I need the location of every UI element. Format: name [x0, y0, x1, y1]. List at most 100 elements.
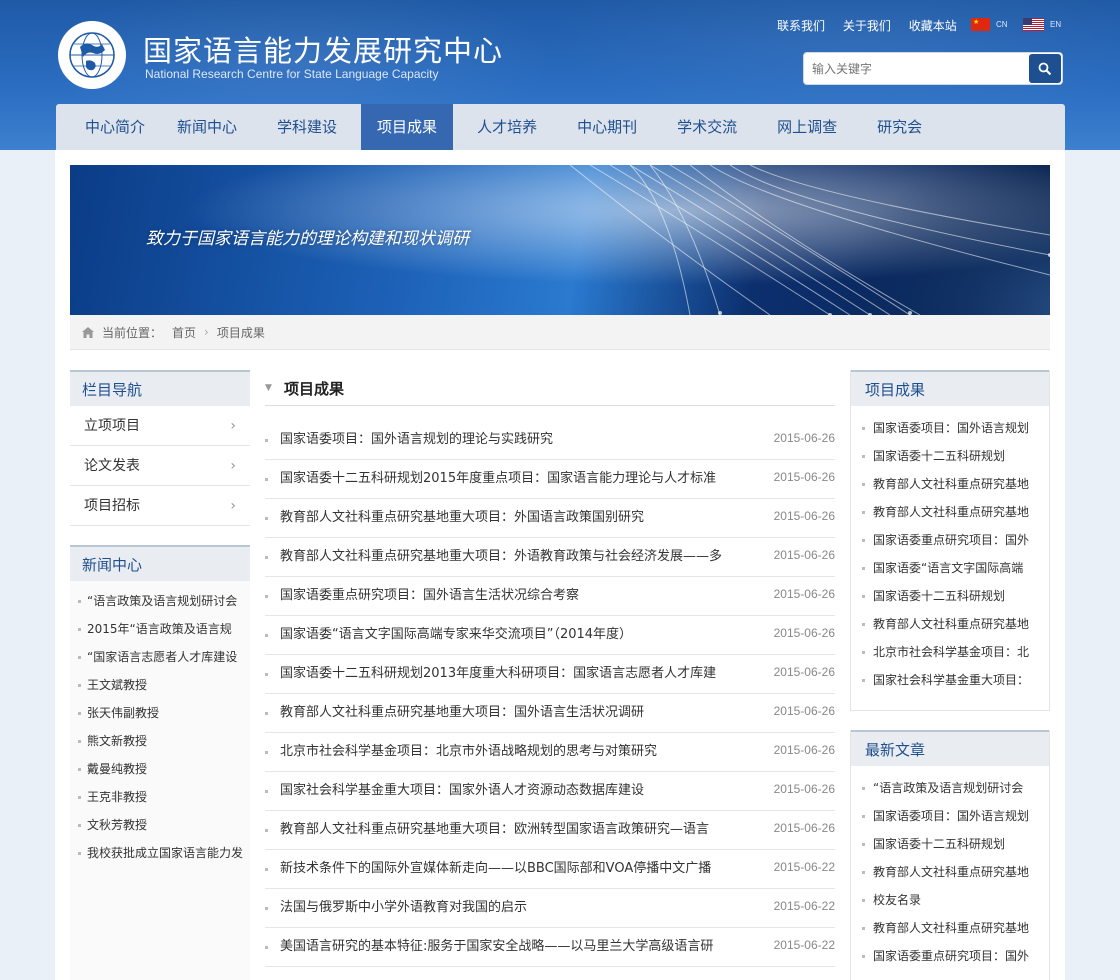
sidebar-item-papers[interactable]: 论文发表 › [70, 446, 250, 486]
search-button[interactable] [1029, 54, 1061, 83]
table-row[interactable]: 国家语委十二五科研规划2015年度重点项目：国家语言能力理论与人才标准 2015-… [265, 460, 835, 499]
article-title-link[interactable]: 国家语委重点研究项目：国外语言生活状况综合考察 [280, 577, 752, 615]
list-item[interactable]: 2015年“语言政策及语言规 [70, 615, 250, 643]
nav-item-projects[interactable]: 项目成果 [361, 104, 454, 150]
article-date: 2015-06-26 [773, 587, 835, 601]
nav-item-survey[interactable]: 网上调查 [761, 104, 853, 150]
article-date: 2015-06-26 [773, 626, 835, 640]
nav-item-journal[interactable]: 中心期刊 [561, 104, 653, 150]
list-item[interactable]: “国家语言志愿者人才库建设 [70, 643, 250, 671]
sidebar-item-approved-projects[interactable]: 立项项目 › [70, 406, 250, 446]
nav-item-talent[interactable]: 人才培养 [461, 104, 553, 150]
bookmark-link[interactable]: 收藏本站 [909, 19, 957, 33]
nav-item-news[interactable]: 新闻中心 [161, 104, 253, 150]
article-title-link[interactable]: 国家社会科学基金重大项目：国家外语人才资源动态数据库建设 [280, 772, 752, 810]
list-item[interactable]: 教育部人文社科重点研究基地 [851, 610, 1049, 638]
globe-logo-icon[interactable] [56, 19, 128, 91]
table-row[interactable]: 美国语言研究的基本特征:服务于国家安全战略——以马里兰大学高级语言研 2015-0… [265, 928, 835, 967]
nav-item-exchange[interactable]: 学术交流 [661, 104, 753, 150]
us-flag-icon [1023, 18, 1044, 31]
list-item[interactable]: 张天伟副教授 [70, 699, 250, 727]
lang-cn-link[interactable]: CN [971, 18, 1008, 31]
article-date: 2015-06-26 [773, 704, 835, 718]
sidebar-item-bidding[interactable]: 项目招标 › [70, 486, 250, 526]
table-row[interactable]: 国家语委“语言文字国际高端专家来华交流项目”（2014年度） 2015-06-26 [265, 616, 835, 655]
table-row[interactable]: 国家语委项目：国外语言规划的理论与实践研究 2015-06-26 [265, 421, 835, 460]
breadcrumb-home-link[interactable]: 首页 [172, 324, 196, 341]
list-item[interactable]: 国家语委重点研究项目：国外 [851, 526, 1049, 554]
list-item[interactable]: 王文斌教授 [70, 671, 250, 699]
article-title-link[interactable]: 美国语言研究的基本特征:服务于国家安全战略——以马里兰大学高级语言研 [280, 928, 752, 966]
contact-link[interactable]: 联系我们 [777, 19, 825, 33]
search-box [803, 52, 1063, 85]
article-title-link[interactable]: 教育部人文社科重点研究基地重大项目：欧洲转型国家语言政策研究—语言 [280, 811, 752, 849]
list-item[interactable]: 国家语委重点研究项目：国外 [851, 942, 1049, 970]
list-item[interactable]: 教育部人文社科重点研究基地 [851, 914, 1049, 942]
article-date: 2015-06-26 [773, 665, 835, 679]
top-links: 联系我们 关于我们 收藏本站 [777, 17, 971, 34]
article-date: 2015-06-26 [773, 548, 835, 562]
table-row[interactable]: 国家社会科学基金重大项目：国家外语人才资源动态数据库建设 2015-06-26 [265, 772, 835, 811]
table-row[interactable]: 新技术条件下的国际外宣媒体新走向——以BBC国际部和VOA停播中文广播 2015-… [265, 850, 835, 889]
site-title[interactable]: 国家语言能力发展研究中心 [143, 28, 503, 70]
china-flag-icon [971, 18, 990, 31]
article-title-link[interactable]: 新技术条件下的国际外宣媒体新走向——以BBC国际部和VOA停播中文广播 [280, 850, 752, 888]
page-title: 项目成果 [284, 380, 345, 398]
list-item[interactable]: 教育部人文社科重点研究基地 [851, 498, 1049, 526]
article-title-link[interactable]: 国家语委项目：国外语言规划的理论与实践研究 [280, 421, 752, 459]
article-date: 2015-06-26 [773, 821, 835, 835]
article-title-link[interactable]: 教育部人文社科重点研究基地重大项目：外语教育政策与社会经济发展——多 [280, 538, 752, 576]
latest-articles-list: “语言政策及语言规划研讨会 国家语委项目：国外语言规划 国家语委十二五科研规划 … [851, 766, 1049, 970]
about-link[interactable]: 关于我们 [843, 19, 891, 33]
nav-item-society[interactable]: 研究会 [861, 104, 938, 150]
article-title-link[interactable]: 教育部人文社科重点研究基地重大项目：外国语言政策国别研究 [280, 499, 752, 537]
list-item[interactable]: 教育部人文社科重点研究基地 [851, 470, 1049, 498]
list-item[interactable]: 校友名录 [851, 886, 1049, 914]
article-title-link[interactable]: 北京市社会科学基金项目：北京市外语战略规划的思考与对策研究 [280, 733, 752, 771]
main-nav: 中心简介 新闻中心 学科建设 项目成果 人才培养 中心期刊 学术交流 网上调查 … [56, 104, 1065, 150]
list-item[interactable]: “语言政策及语言规划研讨会 [70, 587, 250, 615]
list-item[interactable]: 文秋芳教授 [70, 811, 250, 839]
table-row[interactable]: 教育部人文社科重点研究基地重大项目：外语教育政策与社会经济发展——多 2015-0… [265, 538, 835, 577]
table-row[interactable]: 教育部人文社科重点研究基地重大项目：外国语言政策国别研究 2015-06-26 [265, 499, 835, 538]
list-item[interactable]: 王克非教授 [70, 783, 250, 811]
article-date: 2015-06-22 [773, 938, 835, 952]
list-item[interactable]: 国家语委项目：国外语言规划 [851, 802, 1049, 830]
breadcrumb-label: 当前位置： [102, 325, 163, 340]
article-title-link[interactable]: 国家语委“语言文字国际高端专家来华交流项目”（2014年度） [280, 616, 752, 654]
list-item[interactable]: 国家语委十二五科研规划 [851, 442, 1049, 470]
lang-en-link[interactable]: EN [1023, 18, 1061, 31]
list-item[interactable]: 我校获批成立国家语言能力发 [70, 839, 250, 867]
list-item[interactable]: 国家社会科学基金重大项目： [851, 666, 1049, 694]
list-item[interactable]: 国家语委项目：国外语言规划 [851, 414, 1049, 442]
breadcrumb-current: 项目成果 [216, 325, 265, 340]
site-subtitle: National Research Centre for State Langu… [145, 67, 439, 81]
list-item[interactable]: 教育部人文社科重点研究基地 [851, 858, 1049, 886]
table-row[interactable]: 教育部人文社科重点研究基地重大项目：欧洲转型国家语言政策研究—语言 2015-06… [265, 811, 835, 850]
nav-item-intro[interactable]: 中心简介 [56, 104, 161, 150]
article-title-link[interactable]: 教育部人文社科重点研究基地重大项目：国外语言生活状况调研 [280, 694, 752, 732]
article-list: 国家语委项目：国外语言规划的理论与实践研究 2015-06-26 国家语委十二五科… [265, 421, 835, 967]
table-row[interactable]: 北京市社会科学基金项目：北京市外语战略规划的思考与对策研究 2015-06-26 [265, 733, 835, 772]
list-item[interactable]: 国家语委“语言文字国际高端 [851, 554, 1049, 582]
news-box-title[interactable]: 新闻中心 [70, 545, 250, 581]
table-row[interactable]: 法国与俄罗斯中小学外语教育对我国的启示 2015-06-22 [265, 889, 835, 928]
article-title-link[interactable]: 法国与俄罗斯中小学外语教育对我国的启示 [280, 889, 752, 927]
projects-box-title[interactable]: 项目成果 [851, 370, 1049, 406]
search-input[interactable] [804, 53, 1030, 84]
list-item[interactable]: 熊文新教授 [70, 727, 250, 755]
article-title-link[interactable]: 国家语委十二五科研规划2013年度重大科研项目：国家语言志愿者人才库建 [280, 655, 752, 693]
list-item[interactable]: 戴曼纯教授 [70, 755, 250, 783]
article-title-link[interactable]: 国家语委十二五科研规划2015年度重点项目：国家语言能力理论与人才标准 [280, 460, 752, 498]
list-item[interactable]: 国家语委十二五科研规划 [851, 830, 1049, 858]
list-item[interactable]: 北京市社会科学基金项目：北 [851, 638, 1049, 666]
list-item[interactable]: 国家语委十二五科研规划 [851, 582, 1049, 610]
breadcrumb-separator-icon: › [204, 325, 209, 339]
table-row[interactable]: 国家语委重点研究项目：国外语言生活状况综合考察 2015-06-26 [265, 577, 835, 616]
nav-item-discipline[interactable]: 学科建设 [261, 104, 353, 150]
list-item[interactable]: “语言政策及语言规划研讨会 [851, 774, 1049, 802]
article-date: 2015-06-26 [773, 509, 835, 523]
table-row[interactable]: 教育部人文社科重点研究基地重大项目：国外语言生活状况调研 2015-06-26 [265, 694, 835, 733]
column-nav-title: 栏目导航 [70, 370, 250, 406]
table-row[interactable]: 国家语委十二五科研规划2013年度重大科研项目：国家语言志愿者人才库建 2015-… [265, 655, 835, 694]
